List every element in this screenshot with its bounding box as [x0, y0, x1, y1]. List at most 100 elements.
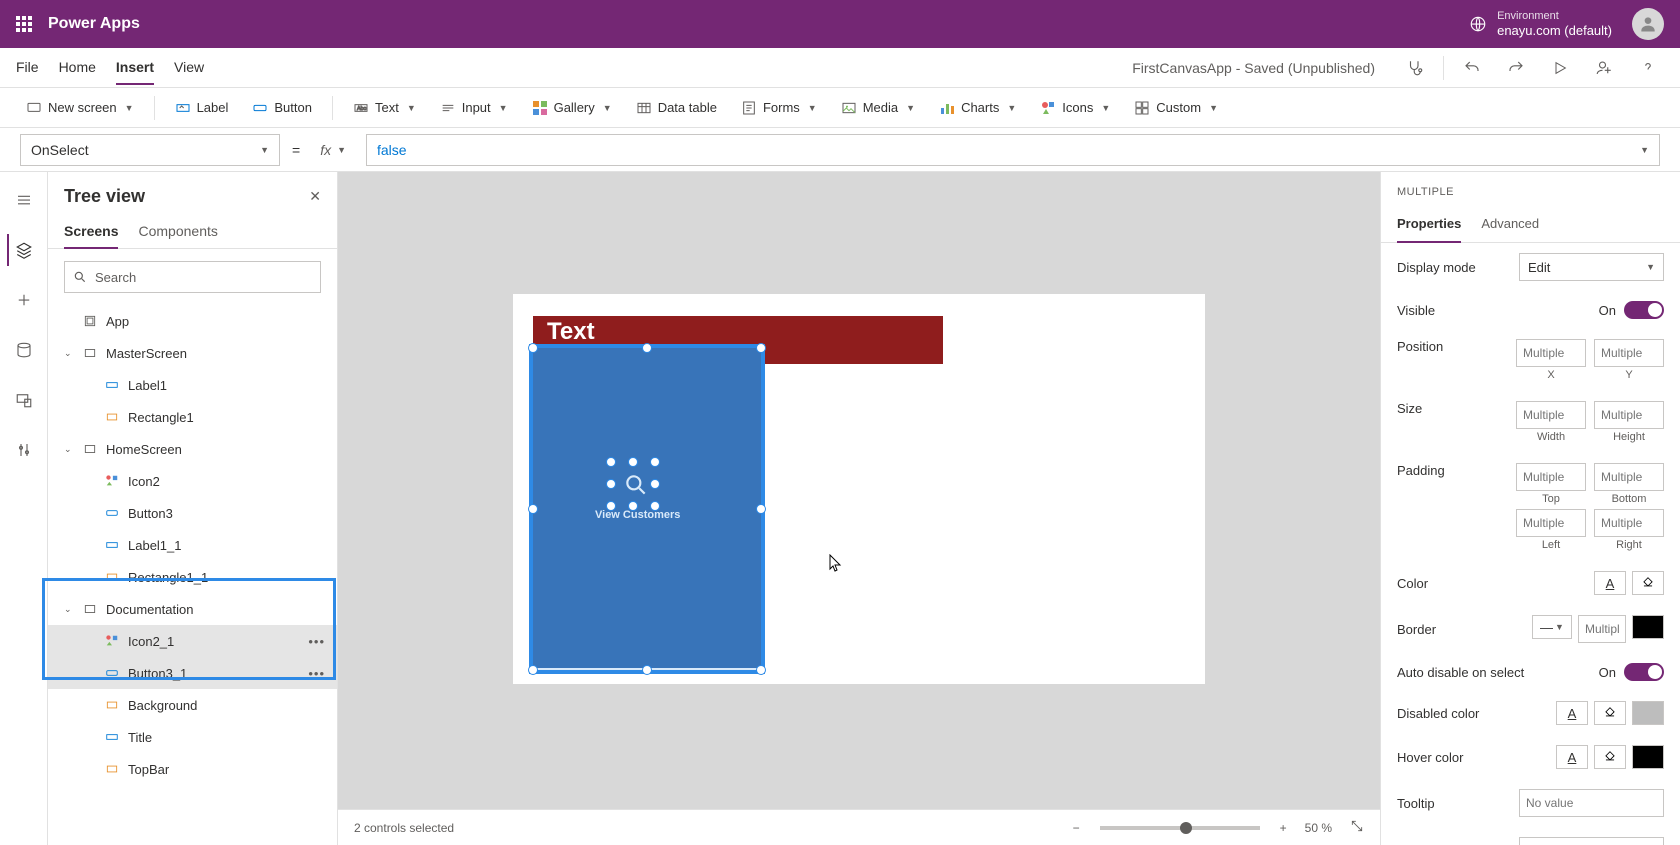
- props-tab-properties[interactable]: Properties: [1397, 206, 1461, 243]
- visible-toggle[interactable]: [1624, 301, 1664, 319]
- tree-item-button3[interactable]: Button3: [48, 497, 337, 529]
- tree-item-rectangle1[interactable]: Rectangle1: [48, 401, 337, 433]
- hamburger-button[interactable]: [8, 184, 40, 216]
- tree-item-icon2[interactable]: Icon2: [48, 465, 337, 497]
- tooltip-input[interactable]: [1519, 789, 1664, 817]
- tree-view-button[interactable]: [7, 234, 39, 266]
- label-button[interactable]: Label: [165, 94, 239, 122]
- font-color-swatch[interactable]: A: [1594, 571, 1626, 595]
- hover-font-color[interactable]: A: [1556, 745, 1588, 769]
- border-color-swatch[interactable]: [1632, 615, 1664, 639]
- data-table-button[interactable]: Data table: [626, 94, 727, 122]
- props-tab-advanced[interactable]: Advanced: [1481, 206, 1539, 242]
- environment-picker[interactable]: Environment enayu.com (default): [1469, 10, 1612, 39]
- more-button[interactable]: •••: [308, 666, 325, 681]
- display-mode-select[interactable]: Edit▼: [1519, 253, 1664, 281]
- gallery-button[interactable]: Gallery▼: [522, 94, 622, 122]
- media-button[interactable]: Media▼: [831, 94, 925, 122]
- tree-item-homescreen[interactable]: ⌄HomeScreen: [48, 433, 337, 465]
- tree-item-label1-1[interactable]: Label1_1: [48, 529, 337, 561]
- zoom-out-button[interactable]: −: [1073, 821, 1080, 835]
- share-button[interactable]: [1588, 52, 1620, 84]
- svg-text:Abc: Abc: [357, 106, 367, 112]
- position-x-input[interactable]: [1516, 339, 1586, 367]
- tree-item-label1[interactable]: Label1: [48, 369, 337, 401]
- forms-button[interactable]: Forms▼: [731, 94, 827, 122]
- size-width-input[interactable]: [1516, 401, 1586, 429]
- tree-search-input[interactable]: Search: [64, 261, 321, 293]
- size-height-input[interactable]: [1594, 401, 1664, 429]
- fill-color-swatch[interactable]: [1632, 571, 1664, 595]
- chevron-down-icon: ⌄: [64, 444, 74, 455]
- tree-item-masterscreen[interactable]: ⌄MasterScreen: [48, 337, 337, 369]
- autodisable-toggle[interactable]: [1624, 663, 1664, 681]
- help-button[interactable]: [1632, 52, 1664, 84]
- prop-tab-index: Tab index: [1381, 827, 1680, 845]
- table-icon: [636, 100, 652, 116]
- charts-button[interactable]: Charts▼: [929, 94, 1026, 122]
- icons-button[interactable]: Icons▼: [1030, 94, 1120, 122]
- tools-button[interactable]: [8, 434, 40, 466]
- text-button[interactable]: AbcText▼: [343, 94, 426, 122]
- property-dropdown[interactable]: OnSelect▼: [20, 134, 280, 166]
- screen-icon: [82, 441, 98, 457]
- prop-display-mode: Display mode Edit▼: [1381, 243, 1680, 291]
- data-button[interactable]: [8, 334, 40, 366]
- app-header: Power Apps Environment enayu.com (defaul…: [0, 0, 1680, 48]
- tree-item-topbar[interactable]: TopBar: [48, 753, 337, 785]
- padding-right-input[interactable]: [1594, 509, 1664, 537]
- tree-item-app[interactable]: App: [48, 305, 337, 337]
- custom-button[interactable]: Custom▼: [1124, 94, 1228, 122]
- tree-item-title[interactable]: Title: [48, 721, 337, 753]
- undo-button[interactable]: [1456, 52, 1488, 84]
- close-tree-button[interactable]: ✕: [309, 188, 321, 205]
- redo-button[interactable]: [1500, 52, 1532, 84]
- input-button[interactable]: Input▼: [430, 94, 518, 122]
- tree-item-rectangle1-1[interactable]: Rectangle1_1: [48, 561, 337, 593]
- fx-button[interactable]: fx▼: [312, 142, 354, 158]
- tree-item-documentation[interactable]: ⌄Documentation: [48, 593, 337, 625]
- app-launcher-icon[interactable]: [16, 16, 32, 32]
- padding-top-input[interactable]: [1516, 463, 1586, 491]
- formula-input[interactable]: false▼: [366, 134, 1660, 166]
- tree-item-background[interactable]: Background: [48, 689, 337, 721]
- fit-button[interactable]: [1350, 819, 1364, 836]
- design-screen[interactable]: Text View Customers: [513, 294, 1205, 684]
- tab-index-input[interactable]: [1519, 837, 1664, 845]
- tree-item-icon2-1[interactable]: Icon2_1•••: [48, 625, 337, 657]
- padding-left-input[interactable]: [1516, 509, 1586, 537]
- position-y-input[interactable]: [1594, 339, 1664, 367]
- media-pane-button[interactable]: [8, 384, 40, 416]
- app-checker-button[interactable]: [1399, 52, 1431, 84]
- disabled-border-color[interactable]: [1632, 701, 1664, 725]
- border-width-input[interactable]: [1578, 615, 1626, 643]
- insert-pane-button[interactable]: [8, 284, 40, 316]
- menu-view[interactable]: View: [174, 51, 204, 84]
- text-icon: Abc: [353, 100, 369, 116]
- tree-tab-screens[interactable]: Screens: [64, 215, 118, 249]
- main-area: Tree view ✕ Screens Components Search Ap…: [0, 172, 1680, 845]
- tree-item-button3-1[interactable]: Button3_1•••: [48, 657, 337, 689]
- canvas-area[interactable]: Text View Customers: [338, 172, 1380, 845]
- plus-icon: [15, 291, 33, 309]
- disabled-font-color[interactable]: A: [1556, 701, 1588, 725]
- disabled-fill-color[interactable]: [1594, 701, 1626, 725]
- menu-insert[interactable]: Insert: [116, 51, 154, 85]
- padding-bottom-input[interactable]: [1594, 463, 1664, 491]
- hover-border-color[interactable]: [1632, 745, 1664, 769]
- new-screen-button[interactable]: New screen▼: [16, 94, 144, 122]
- menu-file[interactable]: File: [16, 51, 39, 84]
- more-button[interactable]: •••: [308, 634, 325, 649]
- border-style-select[interactable]: — ▼: [1532, 615, 1572, 639]
- play-button[interactable]: [1544, 52, 1576, 84]
- zoom-in-button[interactable]: +: [1280, 821, 1287, 835]
- prop-visible: Visible On: [1381, 291, 1680, 329]
- tree-tab-components[interactable]: Components: [138, 215, 217, 248]
- button-button[interactable]: Button: [242, 94, 322, 122]
- selection-status: 2 controls selected: [354, 821, 454, 835]
- menu-home[interactable]: Home: [59, 51, 96, 84]
- zoom-slider[interactable]: [1100, 826, 1260, 830]
- hover-fill-color[interactable]: [1594, 745, 1626, 769]
- prop-tooltip: Tooltip: [1381, 779, 1680, 827]
- user-avatar[interactable]: [1632, 8, 1664, 40]
